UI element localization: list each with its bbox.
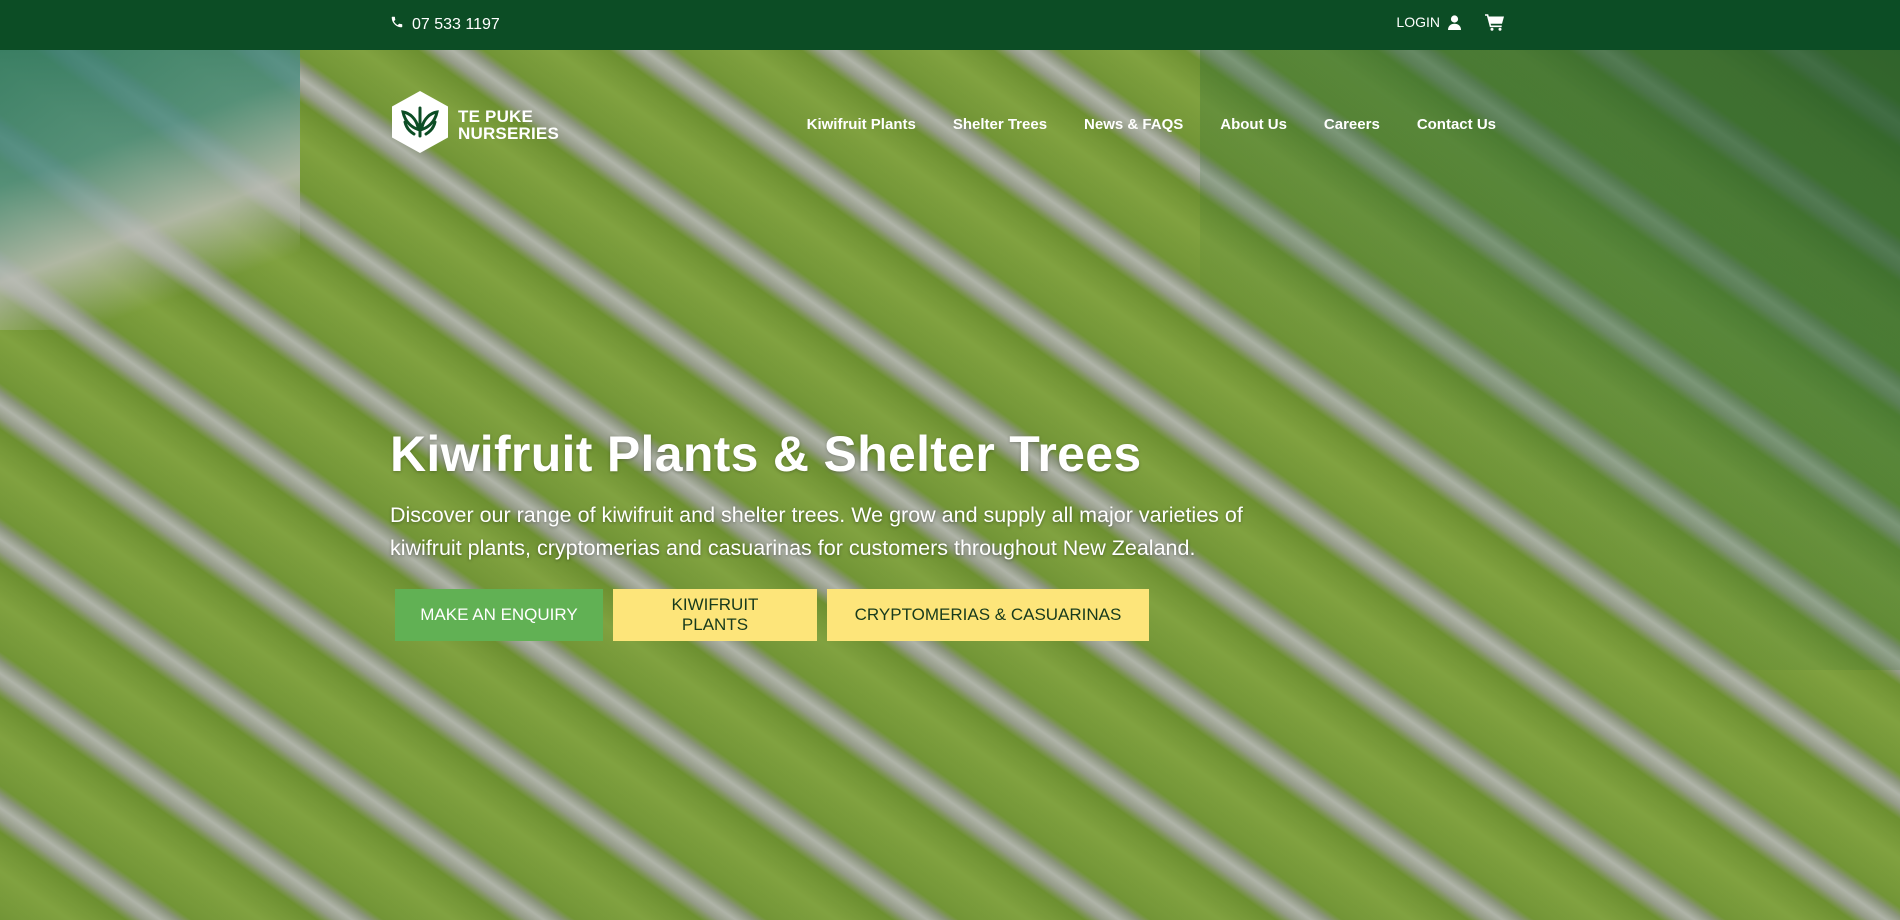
user-icon [1448, 14, 1461, 30]
nav-item-news-faqs[interactable]: News & FAQS [1084, 116, 1183, 133]
nav-item-kiwifruit-plants[interactable]: Kiwifruit Plants [807, 116, 916, 133]
account-links: LOGIN [1396, 13, 1505, 31]
cart-icon [1485, 13, 1505, 31]
nav-item-careers[interactable]: Careers [1324, 116, 1380, 133]
leaf-hexagon-logo-icon [390, 90, 450, 159]
nav-item-about-us[interactable]: About Us [1220, 116, 1287, 133]
logo-line-1: TE PUKE [458, 106, 534, 126]
nav-item-contact-us[interactable]: Contact Us [1417, 116, 1496, 133]
hero-title: Kiwifruit Plants & Shelter Trees [390, 426, 1142, 482]
top-bar: 07 533 1197 LOGIN [0, 0, 1900, 50]
nav-item-shelter-trees[interactable]: Shelter Trees [953, 116, 1047, 133]
phone-icon [390, 15, 404, 34]
logo-line-2: NURSERIES [458, 123, 559, 143]
hero-buttons: MAKE AN ENQUIRY KIWIFRUIT PLANTS CRYPTOM… [395, 589, 1290, 641]
site-logo[interactable]: TE PUKE NURSERIES [390, 90, 559, 159]
logo-text: TE PUKE NURSERIES [458, 108, 559, 142]
cart-button[interactable] [1485, 13, 1505, 31]
hero-description: Discover our range of kiwifruit and shel… [390, 503, 1243, 560]
kiwifruit-plants-button[interactable]: KIWIFRUIT PLANTS [613, 589, 817, 641]
login-label: LOGIN [1396, 14, 1440, 30]
main-navigation: Kiwifruit Plants Shelter Trees News & FA… [807, 116, 1496, 133]
make-enquiry-button[interactable]: MAKE AN ENQUIRY [395, 589, 603, 641]
phone-link[interactable]: 07 533 1197 [390, 15, 500, 34]
hero-content: Kiwifruit Plants & Shelter Trees Discove… [390, 423, 1290, 641]
page: 07 533 1197 LOGIN TE PUKE NURSERIES Kiwi… [0, 0, 1900, 920]
phone-number: 07 533 1197 [412, 15, 500, 33]
login-link[interactable]: LOGIN [1396, 14, 1461, 30]
cryptomerias-casuarinas-button[interactable]: CRYPTOMERIAS & CASUARINAS [827, 589, 1149, 641]
